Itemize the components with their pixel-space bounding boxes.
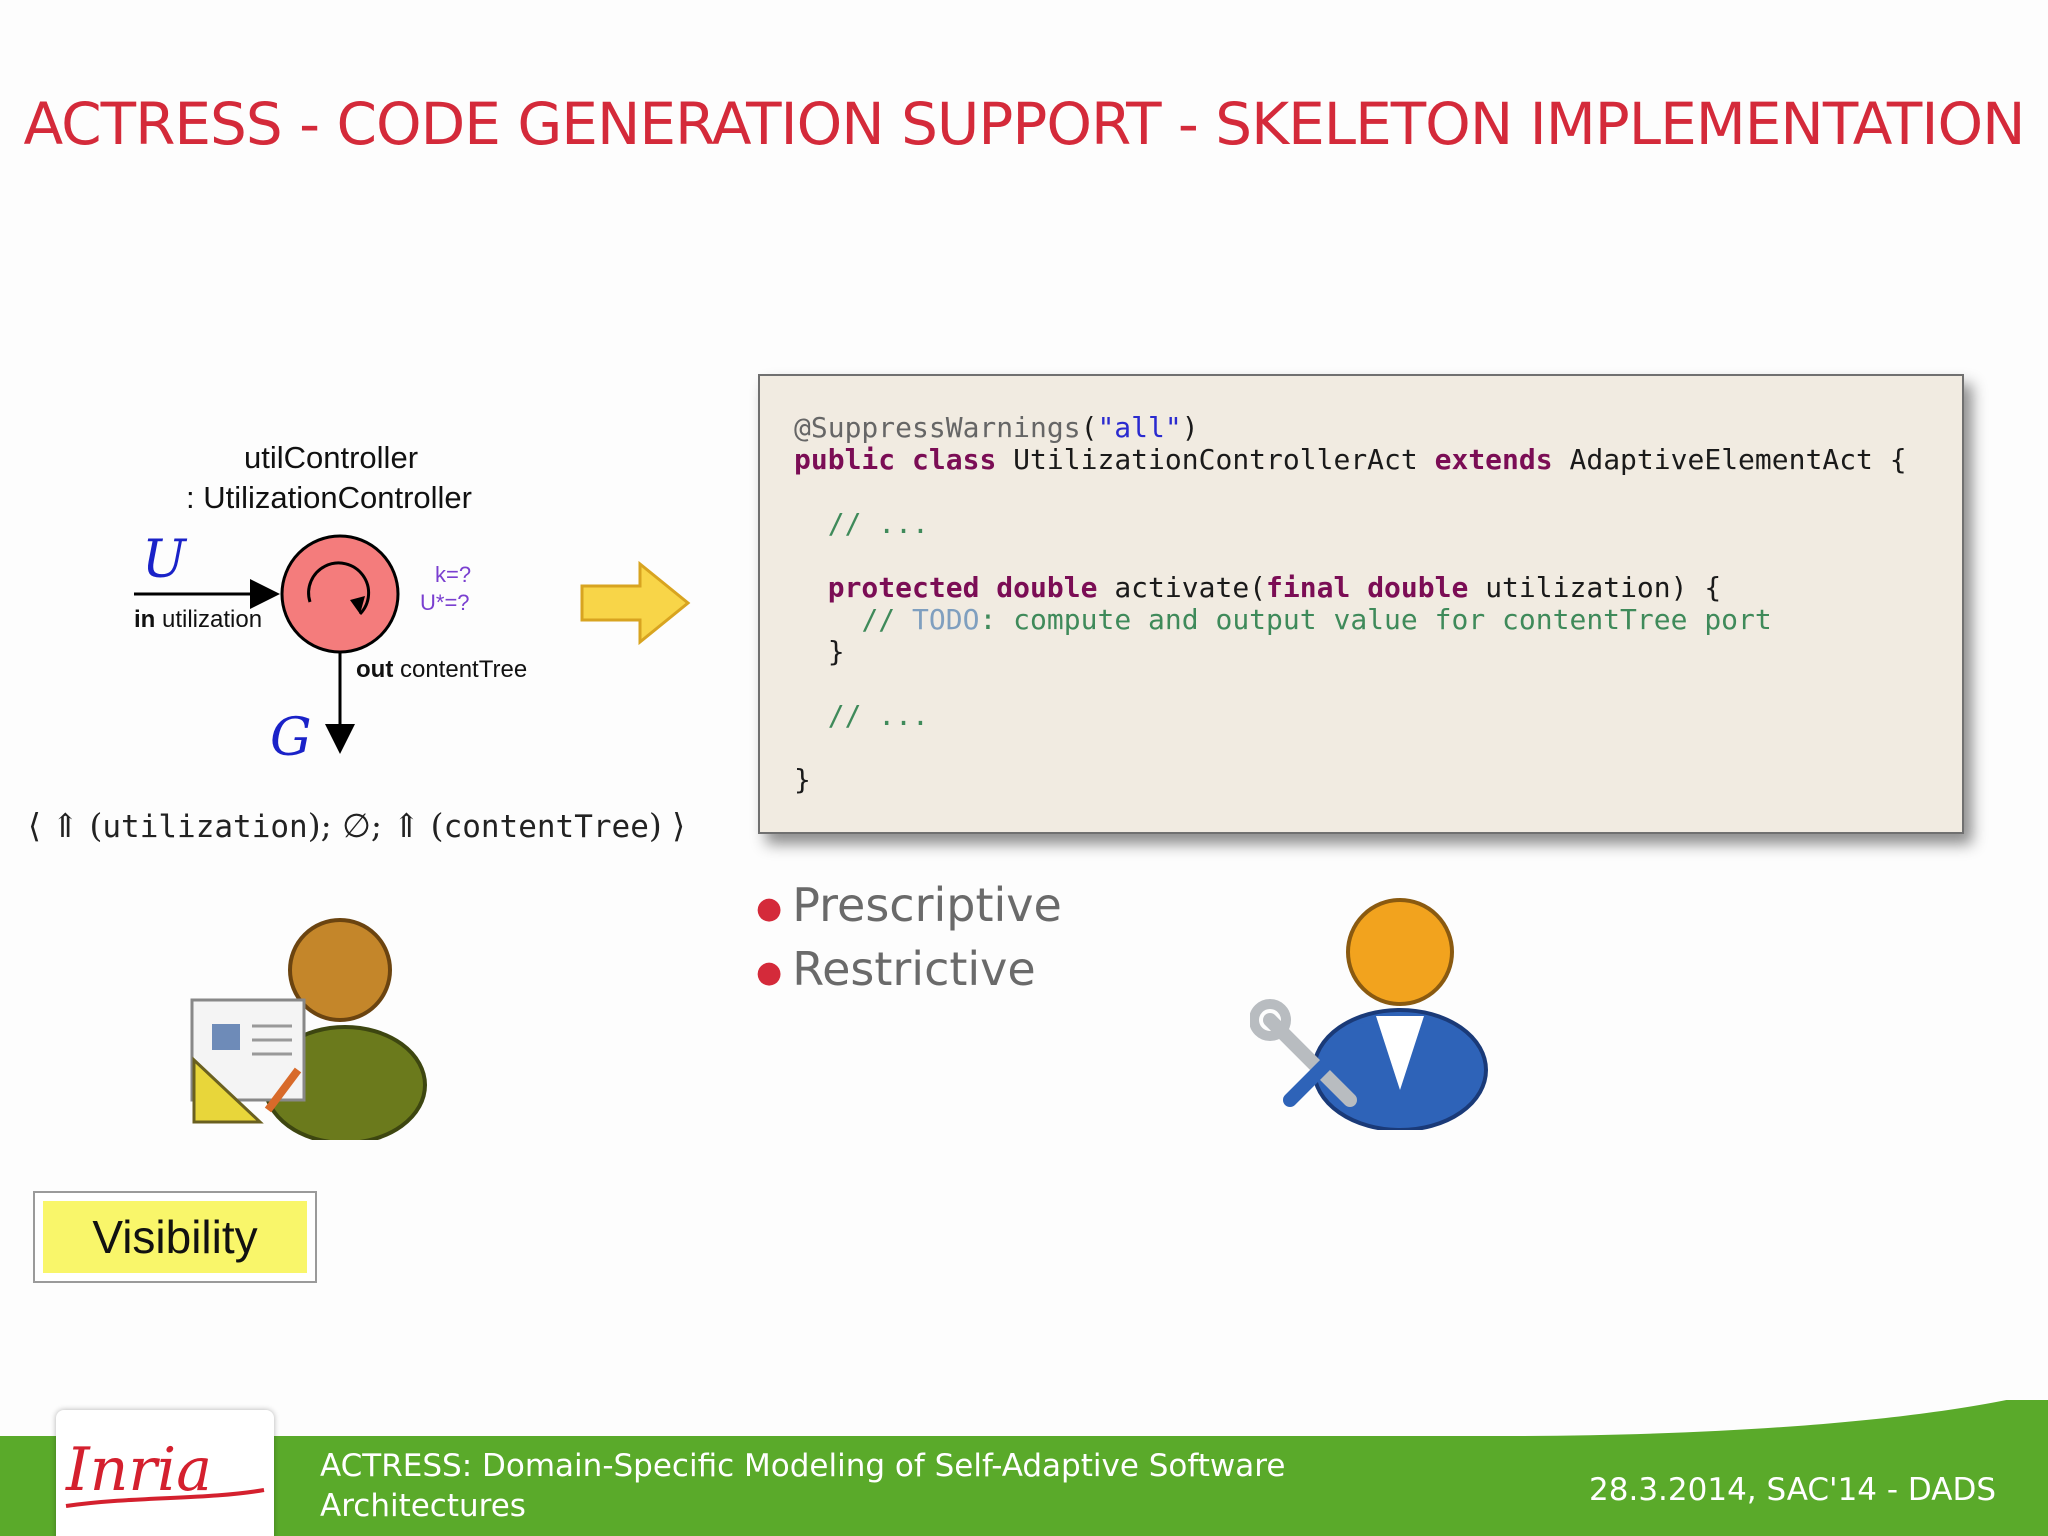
out-port-name: contentTree bbox=[399, 656, 528, 683]
slide-title: ACTRESS - CODE GENERATION SUPPORT - SKEL… bbox=[23, 90, 2026, 158]
code-kw-double-param: double bbox=[1367, 571, 1469, 604]
inria-logo-text: Inria bbox=[65, 1435, 212, 1505]
code-class-name: UtilizationControllerAct bbox=[1013, 443, 1418, 476]
code-kw-double: double bbox=[996, 571, 1098, 604]
inria-logo-mark: Inria bbox=[65, 1435, 265, 1508]
bullet-text-restrictive: Restrictive bbox=[792, 942, 1036, 996]
visibility-label: Visibility bbox=[43, 1201, 307, 1273]
footer-date-venue: 28.3.2014, SAC'14 - DADS bbox=[1589, 1472, 1996, 1508]
developer-person-icon bbox=[1250, 898, 1488, 1130]
signature-open: ⟨ ⇑ ( bbox=[28, 806, 103, 845]
code-annotation: @SuppressWarnings bbox=[794, 411, 1081, 444]
signature-in-port: utilization bbox=[102, 809, 308, 845]
bullet-item: ● Restrictive bbox=[756, 942, 1062, 1006]
code-method-name: activate bbox=[1114, 571, 1250, 604]
bullet-dot-icon: ● bbox=[756, 955, 783, 990]
in-port-name: utilization bbox=[162, 606, 263, 633]
component-diagram: utilController : UtilizationController U… bbox=[110, 430, 580, 790]
code-kw-class: class bbox=[912, 443, 997, 476]
component-signature: ⟨ ⇑ (utilization); ∅; ⇑ (contentTree) ⟩ bbox=[28, 806, 685, 845]
input-variable: U bbox=[142, 530, 186, 590]
code-kw-public: public bbox=[794, 443, 896, 476]
code-kw-final: final bbox=[1266, 571, 1351, 604]
code-todo-word: TODO bbox=[912, 603, 980, 636]
code-kw-extends: extends bbox=[1434, 443, 1553, 476]
code-param-name: utilization bbox=[1485, 571, 1671, 604]
code-todo-prefix: // bbox=[861, 603, 913, 636]
bullet-dot-icon: ● bbox=[756, 891, 783, 926]
param-u-star: U*=? bbox=[420, 590, 470, 615]
designer-person-icon bbox=[190, 918, 427, 1140]
signature-close: ) ⟩ bbox=[648, 806, 686, 845]
output-variable: G bbox=[270, 708, 312, 768]
inria-logo: Inria bbox=[56, 1410, 274, 1536]
code-listing: @SuppressWarnings("all") public class Ut… bbox=[758, 374, 1964, 834]
output-port-label: out contentTree bbox=[356, 656, 527, 684]
right-arrow-icon bbox=[580, 560, 691, 646]
code-super-name: AdaptiveElementAct bbox=[1569, 443, 1873, 476]
bullet-text-prescriptive: Prescriptive bbox=[792, 878, 1062, 932]
param-k: k=? bbox=[435, 562, 472, 587]
signature-middle: ); ∅; ⇑ ( bbox=[307, 806, 444, 845]
in-keyword: in bbox=[134, 606, 156, 633]
code-annotation-arg: "all" bbox=[1097, 411, 1182, 444]
code-comment-1: // ... bbox=[827, 507, 929, 540]
code-text: @SuppressWarnings("all") public class Ut… bbox=[794, 411, 1907, 796]
visibility-box: Visibility bbox=[33, 1191, 317, 1283]
code-kw-protected: protected bbox=[827, 571, 980, 604]
bullet-list: ● Prescriptive ● Restrictive bbox=[756, 878, 1062, 1006]
component-node bbox=[280, 534, 400, 654]
out-keyword: out bbox=[356, 656, 394, 683]
footer-subtitle: ACTRESS: Domain-Specific Modeling of Sel… bbox=[320, 1448, 1286, 1524]
signature-out-port: contentTree bbox=[443, 809, 649, 845]
slide: ACTRESS - CODE GENERATION SUPPORT - SKEL… bbox=[0, 0, 2048, 1536]
bullet-item: ● Prescriptive bbox=[756, 878, 1062, 942]
input-port-label: in utilization bbox=[134, 606, 262, 634]
code-comment-2: // ... bbox=[827, 699, 929, 732]
code-todo-text: : compute and output value for contentTr… bbox=[979, 603, 1772, 636]
